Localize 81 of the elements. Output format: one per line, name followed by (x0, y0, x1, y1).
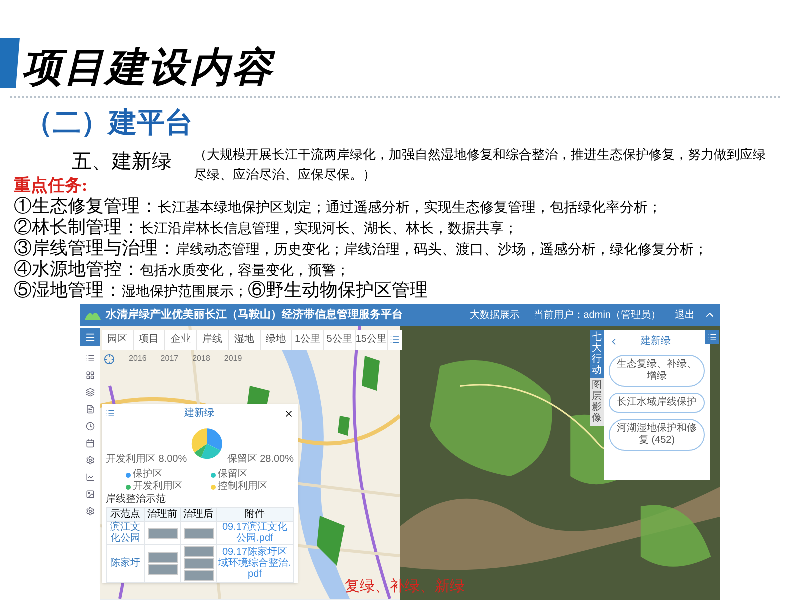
sidebar-tool-icon[interactable] (86, 507, 94, 516)
task-detail: 包括水质变化，容量变化，预警； (140, 262, 350, 281)
photo-placeholder (184, 570, 214, 581)
photo-placeholder (148, 528, 178, 538)
menu-icon[interactable] (84, 332, 96, 342)
photo-placeholder (148, 552, 178, 563)
timeline-year[interactable]: 2017 (160, 353, 179, 365)
top-bar-link[interactable]: 当前用户：admin（管理员） (534, 308, 661, 322)
photo-placeholder (148, 564, 178, 575)
list-icon[interactable] (708, 332, 717, 342)
task-name: ②林长制管理： (14, 217, 140, 238)
map-tab[interactable]: 岸线 (197, 330, 229, 350)
task-name: ⑤湿地管理： (14, 280, 122, 301)
task-name: ①生态修复管理： (14, 196, 158, 217)
sidebar-tool-icon[interactable] (86, 422, 94, 431)
task-detail: 长江基本绿地保护区划定；通过遥感分析，实现生态修复管理，包括绿化率分析； (158, 199, 662, 218)
section-heading: 五、建新绿 (72, 150, 173, 175)
sidebar-tool-icon[interactable] (86, 456, 94, 465)
timeline-year[interactable]: 2016 (129, 353, 147, 365)
table-title: 岸线整治示范 (106, 493, 167, 507)
pie-label: 开发利用区 8.00% (106, 452, 188, 467)
side-tab[interactable]: 图层影像 (590, 378, 604, 426)
sidebar-tool-icon[interactable] (86, 371, 94, 380)
pie-label: 保留区 28.00% (227, 453, 294, 467)
map-tab[interactable]: 项目 (134, 330, 166, 350)
top-bar-link[interactable]: 大数据展示 (470, 308, 520, 322)
tasks-label: 重点任务: (14, 175, 88, 196)
side-tab[interactable]: 七大行动 (590, 330, 604, 378)
photo-placeholder (184, 546, 214, 557)
list-icon[interactable] (106, 409, 115, 418)
table-header-cell: 治理前 (145, 508, 181, 522)
photo-placeholder (184, 558, 214, 569)
task-name: ③岸线管理与治理： (14, 238, 176, 259)
map-tab[interactable]: 1公里 (292, 330, 324, 350)
map-tab[interactable]: 园区 (102, 330, 134, 350)
sidebar-toggle[interactable] (80, 328, 100, 346)
sidebar-tool-icon[interactable] (86, 388, 94, 397)
sidebar-tool-icon[interactable] (86, 439, 94, 448)
file-link[interactable]: 09.17陈家圩区域环境综合整治.pdf (218, 547, 292, 580)
map-tab[interactable]: 绿地 (260, 330, 292, 350)
map-tab[interactable]: 15公里 (356, 330, 388, 350)
top-bar-link[interactable]: 退出 (675, 308, 695, 322)
table-cell: 陈家圩 (107, 545, 145, 583)
sidebar-tool-icon[interactable] (86, 405, 94, 414)
legend-label: 保留区 (218, 469, 248, 480)
legend-label: 控制利用区 (218, 481, 268, 493)
legend-label: 保护区 (133, 469, 163, 480)
app-title: 水清岸绿产业优美丽长江（马鞍山）经济带信息管理服务平台 (106, 307, 403, 323)
layer-toggle[interactable] (705, 330, 720, 344)
task-name: ④水源地管控： (14, 259, 140, 280)
action-button[interactable]: 长江水域岸线保护 (609, 393, 705, 413)
timeline-year[interactable]: 2018 (192, 353, 210, 365)
file-link[interactable]: 09.17滨江文化公园.pdf (218, 522, 292, 544)
table-header-cell: 治理后 (181, 508, 217, 522)
sidebar-tool-icon[interactable] (86, 473, 94, 482)
table-cell: 滨江文化公园 (107, 522, 145, 545)
section-note: （大规模开展长江干流两岸绿化，加强自然湿地修复和综合整治，推进生态保护修复，努力做到应绿尽绿、应治尽治、应保尽保。） (194, 146, 767, 184)
sidebar-tool-icon[interactable] (86, 490, 94, 499)
popup-title: 建新绿 (184, 406, 214, 421)
slide-title: 项目建设内容 (22, 48, 274, 88)
action-button[interactable]: 生态复绿、补绿、增绿 (609, 355, 705, 387)
task-detail: 长江沿岸林长信息管理，实现河长、湖长、林长，数据共享； (140, 220, 518, 239)
action-button[interactable]: 河湖湿地保护和修复 (452) (609, 419, 705, 451)
map-tab[interactable]: 5公里 (324, 330, 356, 350)
task-detail: 岸线动态管理，历史变化；岸线治理，码头、渡口、沙场，遥感分析，绿化修复分析； (176, 241, 708, 260)
task-detail: 湿地保护范围展示； (122, 283, 248, 302)
table-header-cell: 附件 (217, 508, 294, 522)
photo-placeholder (184, 528, 214, 538)
section-subtitle: （二）建平台 (25, 106, 193, 140)
legend-label: 开发利用区 (133, 481, 183, 493)
table-header-cell: 示范点 (107, 508, 145, 522)
timeline-year[interactable]: 2019 (224, 353, 242, 365)
list-icon[interactable] (390, 335, 400, 345)
map-tab[interactable]: 企业 (165, 330, 198, 350)
close-icon[interactable] (284, 408, 294, 418)
panel-title: 建新绿 (641, 334, 671, 349)
header-band-drawing (0, 38, 20, 88)
locate-icon[interactable] (104, 354, 115, 364)
sidebar-tool-icon[interactable] (86, 354, 94, 363)
map-tab[interactable]: 湿地 (228, 330, 261, 350)
task-name: ⑥野生动物保护区管理 (248, 280, 428, 301)
